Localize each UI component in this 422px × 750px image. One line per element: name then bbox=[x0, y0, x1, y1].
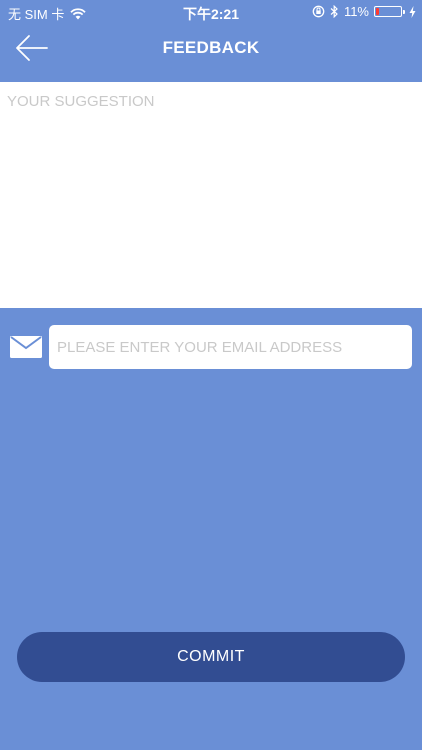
page-title: FEEDBACK bbox=[162, 38, 260, 57]
suggestion-textarea[interactable] bbox=[0, 82, 422, 308]
rotation-lock-icon bbox=[312, 5, 325, 18]
bluetooth-icon bbox=[330, 5, 338, 18]
battery-percent: 11% bbox=[343, 4, 369, 19]
status-bar: 无 SIM 卡 下午2:21 11% bbox=[0, 0, 422, 24]
envelope-icon bbox=[10, 336, 42, 358]
status-right: 11% bbox=[312, 4, 416, 19]
battery-icon bbox=[374, 6, 405, 17]
charging-icon bbox=[409, 5, 416, 18]
battery-level-fill bbox=[376, 8, 379, 15]
email-input[interactable] bbox=[49, 325, 412, 369]
commit-button[interactable]: COMMIT bbox=[17, 632, 405, 682]
nav-bar: FEEDBACK bbox=[0, 24, 422, 82]
